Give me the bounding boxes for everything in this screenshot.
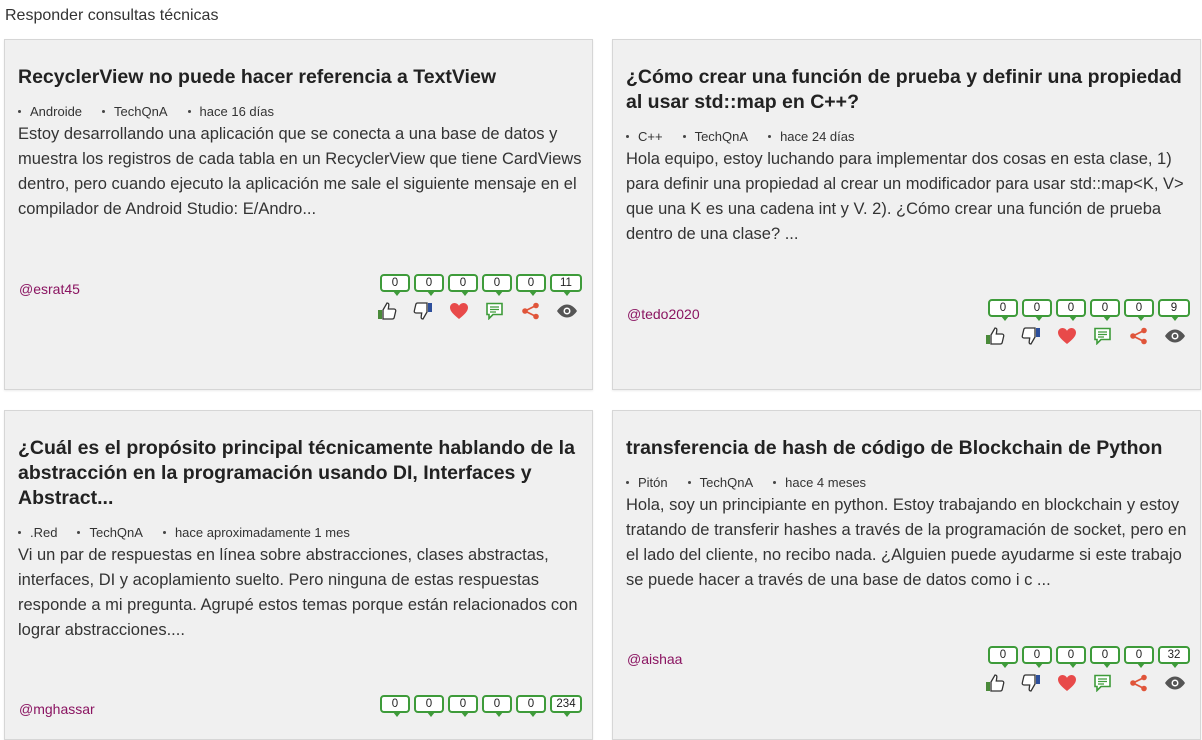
shares-count: 0 xyxy=(1124,299,1154,321)
stats-panel: 0 0 0 0 0 234 xyxy=(366,695,582,717)
comments-count: 0 xyxy=(482,274,512,296)
share-icon[interactable] xyxy=(520,301,542,321)
share-icon[interactable] xyxy=(1128,326,1150,346)
views-count: 32 xyxy=(1158,646,1190,668)
favorites-count: 0 xyxy=(448,274,478,296)
heart-icon[interactable] xyxy=(448,301,470,321)
question-excerpt: Vi un par de respuestas en línea sobre a… xyxy=(18,546,578,639)
dislikes-count: 0 xyxy=(1022,299,1052,321)
post-time: hace 24 días xyxy=(768,129,854,144)
question-excerpt: Hola equipo, estoy luchando para impleme… xyxy=(626,150,1184,243)
shares-count: 0 xyxy=(1124,646,1154,668)
views-count: 11 xyxy=(550,274,582,296)
likes-count: 0 xyxy=(380,695,410,717)
thumbs-down-icon[interactable] xyxy=(412,301,434,321)
favorites-count: 0 xyxy=(1056,299,1086,321)
author-link[interactable]: @tedo2020 xyxy=(627,306,700,322)
question-excerpt: Estoy desarrollando una aplicación que s… xyxy=(18,125,582,218)
question-title-link[interactable]: transferencia de hash de código de Block… xyxy=(626,436,1190,461)
author-link[interactable]: @aishaa xyxy=(627,651,682,667)
tag-category[interactable]: .Red xyxy=(18,525,57,540)
question-title-link[interactable]: ¿Cuál es el propósito principal técnicam… xyxy=(18,436,582,511)
question-title-link[interactable]: ¿Cómo crear una función de prueba y defi… xyxy=(626,65,1190,115)
stats-panel: 0 0 0 0 0 11 xyxy=(366,274,582,321)
thumbs-up-icon[interactable] xyxy=(376,301,398,321)
dislikes-count: 0 xyxy=(414,274,444,296)
question-meta: Androide TechQnA hace 16 días xyxy=(18,103,582,119)
eye-icon[interactable] xyxy=(556,301,578,321)
question-card[interactable]: transferencia de hash de código de Block… xyxy=(612,410,1201,740)
comments-count: 0 xyxy=(1090,646,1120,668)
question-card[interactable]: ¿Cómo crear una función de prueba y defi… xyxy=(612,39,1201,390)
shares-count: 0 xyxy=(516,695,546,717)
tag-category[interactable]: C++ xyxy=(626,129,663,144)
favorites-count: 0 xyxy=(1056,646,1086,668)
question-excerpt: Hola, soy un principiante en python. Est… xyxy=(626,496,1187,589)
likes-count: 0 xyxy=(380,274,410,296)
eye-icon[interactable] xyxy=(1164,326,1186,346)
thumbs-down-icon[interactable] xyxy=(1020,326,1042,346)
post-time: hace 4 meses xyxy=(773,475,866,490)
tag-category[interactable]: Pitón xyxy=(626,475,668,490)
thumbs-up-icon[interactable] xyxy=(984,326,1006,346)
author-link[interactable]: @mghassar xyxy=(19,701,95,717)
likes-count: 0 xyxy=(988,646,1018,668)
comment-icon[interactable] xyxy=(484,301,506,321)
author-link[interactable]: @esrat45 xyxy=(19,281,80,297)
thumbs-down-icon[interactable] xyxy=(1020,673,1042,693)
views-count: 234 xyxy=(550,695,582,717)
favorites-count: 0 xyxy=(448,695,478,717)
thumbs-up-icon[interactable] xyxy=(984,673,1006,693)
dislikes-count: 0 xyxy=(414,695,444,717)
question-meta: Pitón TechQnA hace 4 meses xyxy=(626,474,1190,490)
comment-icon[interactable] xyxy=(1092,673,1114,693)
views-count: 9 xyxy=(1158,299,1190,321)
dislikes-count: 0 xyxy=(1022,646,1052,668)
heart-icon[interactable] xyxy=(1056,673,1078,693)
stats-panel: 0 0 0 0 0 32 xyxy=(974,646,1190,693)
tag-category[interactable]: Androide xyxy=(18,104,82,119)
comments-count: 0 xyxy=(482,695,512,717)
question-card[interactable]: RecyclerView no puede hacer referencia a… xyxy=(4,39,593,390)
shares-count: 0 xyxy=(516,274,546,296)
comment-icon[interactable] xyxy=(1092,326,1114,346)
comments-count: 0 xyxy=(1090,299,1120,321)
page-title: Responder consultas técnicas xyxy=(5,7,219,24)
tag-source[interactable]: TechQnA xyxy=(77,525,142,540)
post-time: hace aproximadamente 1 mes xyxy=(163,525,350,540)
likes-count: 0 xyxy=(988,299,1018,321)
question-card[interactable]: ¿Cuál es el propósito principal técnicam… xyxy=(4,410,593,740)
question-meta: C++ TechQnA hace 24 días xyxy=(626,128,1190,144)
share-icon[interactable] xyxy=(1128,673,1150,693)
stats-panel: 0 0 0 0 0 9 xyxy=(974,299,1190,346)
post-time: hace 16 días xyxy=(188,104,274,119)
tag-source[interactable]: TechQnA xyxy=(102,104,167,119)
heart-icon[interactable] xyxy=(1056,326,1078,346)
question-title-link[interactable]: RecyclerView no puede hacer referencia a… xyxy=(18,65,582,90)
eye-icon[interactable] xyxy=(1164,673,1186,693)
question-meta: .Red TechQnA hace aproximadamente 1 mes xyxy=(18,524,582,540)
tag-source[interactable]: TechQnA xyxy=(683,129,748,144)
tag-source[interactable]: TechQnA xyxy=(688,475,753,490)
